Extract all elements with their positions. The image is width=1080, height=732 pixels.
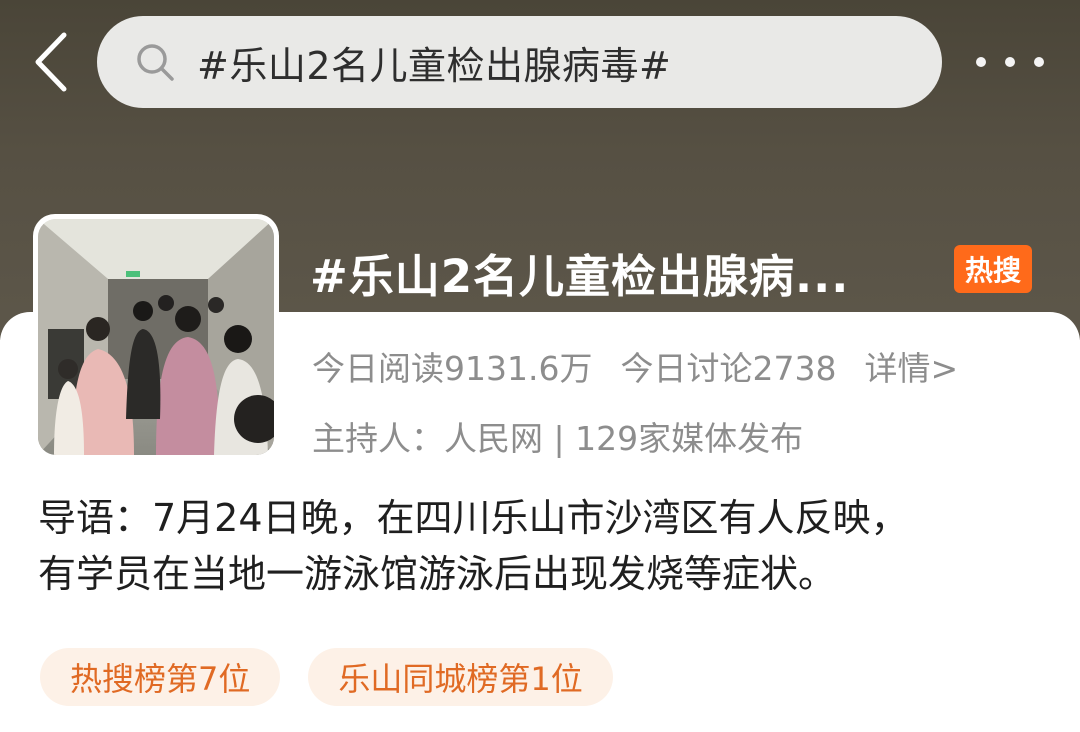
ranking-tags: 热搜榜第7位 乐山同城榜第1位 — [40, 648, 641, 706]
host-info: 主持人：人民网 | 129家媒体发布 — [312, 419, 804, 458]
reads-today: 今日阅读9131.6万 — [312, 349, 593, 388]
tag-hot-search-rank[interactable]: 热搜榜第7位 — [40, 648, 281, 706]
intro-line-2: 有学员在当地一游泳馆游泳后出现发烧等症状。 — [38, 552, 837, 596]
chevron-left-icon — [35, 32, 67, 92]
search-icon — [135, 42, 175, 82]
more-dots-icon — [1005, 57, 1015, 67]
discussions-today: 今日讨论2738 — [620, 349, 837, 388]
topic-stats: 今日阅读9131.6万 今日讨论2738 详情> — [312, 342, 958, 390]
topic-title: #乐山2名儿童检出腺病... — [310, 250, 850, 303]
topic-thumbnail[interactable] — [33, 214, 279, 460]
more-dots-icon — [1034, 57, 1044, 67]
search-query-text[interactable]: #乐山2名儿童检出腺病毒# — [197, 35, 671, 90]
more-options-button[interactable] — [972, 38, 1048, 86]
more-dots-icon — [976, 57, 986, 67]
topic-intro: 导语：7月24日晚，在四川乐山市沙湾区有人反映， 有学员在当地一游泳馆游泳后出现… — [38, 490, 1048, 602]
intro-line-1: 导语：7月24日晚，在四川乐山市沙湾区有人反映， — [38, 496, 909, 540]
tag-local-city-rank[interactable]: 乐山同城榜第1位 — [308, 648, 613, 706]
details-link[interactable]: 详情> — [864, 342, 958, 390]
back-button[interactable] — [22, 30, 78, 94]
hallway-crowd-image — [38, 219, 274, 455]
search-bar[interactable]: #乐山2名儿童检出腺病毒# — [97, 16, 942, 108]
hot-search-badge: 热搜 — [954, 245, 1032, 293]
